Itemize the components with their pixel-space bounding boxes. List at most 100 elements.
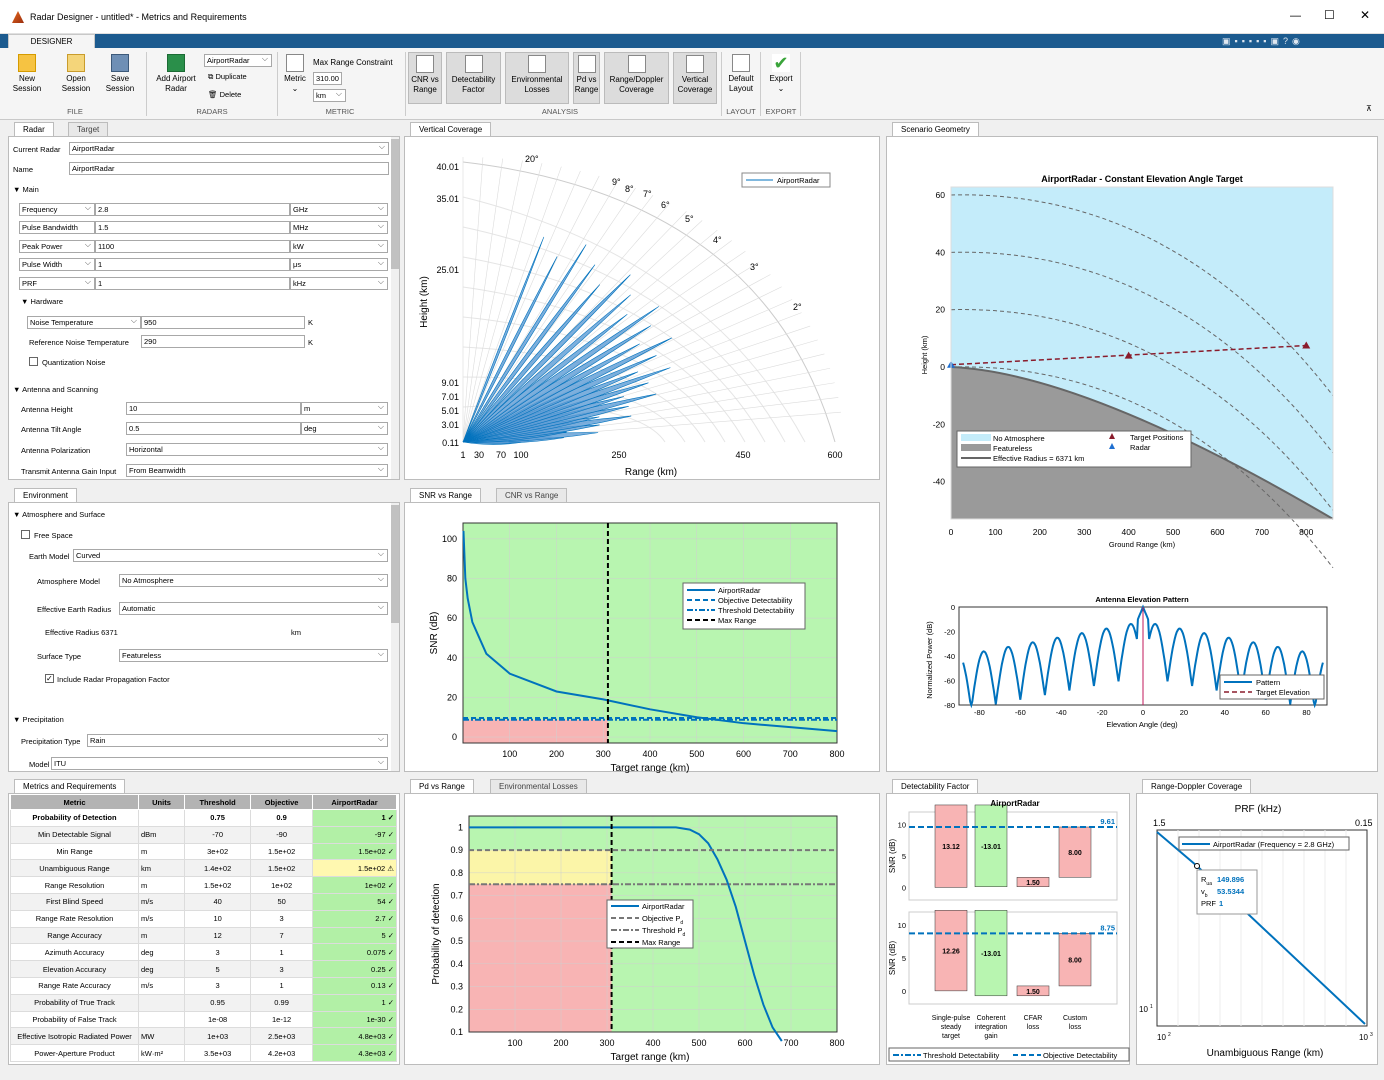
- antenna-height-input[interactable]: 10: [126, 402, 301, 415]
- param-label-4[interactable]: PRF: [19, 277, 95, 290]
- maximize-button[interactable]: ☐: [1324, 8, 1335, 22]
- table-cell[interactable]: m/s: [138, 892, 185, 911]
- propagation-checkbox[interactable]: ✓: [45, 674, 54, 683]
- quick-access-toolbar[interactable]: ▣▪▪▪▪▪▣?◉: [1222, 36, 1378, 46]
- export-button[interactable]: ✔ Export ⌄: [764, 54, 798, 94]
- param-unit-1[interactable]: MHz: [290, 221, 388, 234]
- table-cell[interactable]: kW·m²: [138, 1044, 185, 1062]
- param-unit-2[interactable]: kW: [290, 240, 388, 253]
- df-line-label: 8.75: [1100, 923, 1115, 932]
- param-value-3[interactable]: 1: [95, 258, 290, 271]
- table-cell[interactable]: m: [138, 876, 185, 894]
- tab-pd-vs-range[interactable]: Pd vs Range: [410, 779, 474, 793]
- antenna-height-unit[interactable]: m: [301, 402, 388, 415]
- table-cell[interactable]: m/s: [138, 909, 185, 928]
- tab-range-doppler[interactable]: Range-Doppler Coverage: [1142, 779, 1252, 793]
- default-layout-button[interactable]: Default Layout: [724, 54, 758, 94]
- tab-target[interactable]: Target: [68, 122, 109, 136]
- tab-environmental-losses[interactable]: Environmental Losses: [490, 779, 587, 793]
- tab-scenario-geometry[interactable]: Scenario Geometry: [892, 122, 979, 136]
- scrollbar[interactable]: [391, 503, 399, 771]
- tab-vertical-coverage[interactable]: Vertical Coverage: [410, 122, 492, 136]
- param-unit-4[interactable]: kHz: [290, 277, 388, 290]
- analysis-button-3[interactable]: Pd vs Range: [573, 52, 600, 104]
- precipitation-type-select[interactable]: Rain: [87, 734, 388, 747]
- model-select[interactable]: ITU: [51, 757, 388, 770]
- main-section-header[interactable]: ▼ Main: [13, 185, 39, 194]
- quantization-checkbox[interactable]: [29, 357, 38, 366]
- df-bar-label: 1.50: [1026, 989, 1040, 996]
- radar-selector[interactable]: AirportRadar: [204, 54, 272, 67]
- table-cell[interactable]: dBm: [138, 825, 185, 844]
- gain-input-select[interactable]: From Beamwidth: [126, 464, 388, 477]
- polarization-select[interactable]: Horizontal: [126, 443, 388, 456]
- close-button[interactable]: ✕: [1360, 8, 1370, 22]
- name-field[interactable]: AirportRadar: [69, 162, 389, 175]
- param-label-3[interactable]: Pulse Width: [19, 258, 95, 271]
- analysis-button-0[interactable]: CNR vs Range: [408, 52, 442, 104]
- table-cell: 1e-30 ✓: [312, 1010, 397, 1029]
- earth-model-select[interactable]: Curved: [73, 549, 388, 562]
- legend-label: Target Elevation: [1256, 688, 1310, 697]
- table-cell: 2.5e+03: [250, 1027, 313, 1046]
- table-cell: Elevation Accuracy: [10, 960, 139, 978]
- effective-radius-select[interactable]: Automatic: [119, 602, 388, 615]
- hardware-section-header[interactable]: ▼ Hardware: [21, 297, 63, 306]
- precipitation-section-header[interactable]: ▼ Precipitation: [13, 715, 64, 724]
- tab-designer[interactable]: DESIGNER: [8, 34, 95, 48]
- param-value-2[interactable]: 1100: [95, 240, 290, 253]
- table-cell[interactable]: MW: [138, 1027, 185, 1046]
- param-unit-0[interactable]: GHz: [290, 203, 388, 216]
- add-radar-button[interactable]: Add Airport Radar: [150, 54, 202, 94]
- ref-noise-input[interactable]: 290: [141, 335, 305, 348]
- table-cell[interactable]: m: [138, 842, 185, 861]
- param-value-1[interactable]: 1.5: [95, 221, 290, 234]
- table-cell: 1 ✓: [312, 809, 397, 827]
- surface-type-select[interactable]: Featureless: [119, 649, 388, 662]
- tilt-input[interactable]: 0.5: [126, 422, 301, 435]
- max-range-input[interactable]: 310.00: [313, 72, 342, 85]
- metric-button[interactable]: Metric ⌄: [280, 54, 310, 94]
- tab-metrics[interactable]: Metrics and Requirements: [14, 779, 126, 793]
- free-space-checkbox[interactable]: [21, 530, 30, 539]
- antenna-section-header[interactable]: ▼ Antenna and Scanning: [13, 385, 98, 394]
- open-session-button[interactable]: Open Session: [56, 54, 96, 94]
- noise-temp-input[interactable]: 950: [141, 316, 305, 329]
- tab-cnr-vs-range[interactable]: CNR vs Range: [496, 488, 568, 502]
- tab-detectability-factor[interactable]: Detectability Factor: [892, 779, 979, 793]
- param-unit-3[interactable]: μs: [290, 258, 388, 271]
- range-unit-select[interactable]: km: [313, 89, 346, 102]
- analysis-button-1[interactable]: Detectability Factor: [446, 52, 501, 104]
- delete-button[interactable]: 🗑 Delete: [208, 90, 241, 99]
- param-value-4[interactable]: 1: [95, 277, 290, 290]
- param-label-0[interactable]: Frequency: [19, 203, 95, 216]
- pd-xtick: 700: [783, 1038, 798, 1048]
- analysis-button-4[interactable]: Range/Doppler Coverage: [604, 52, 669, 104]
- analysis-button-2[interactable]: Environmental Losses: [505, 52, 569, 104]
- legend-swatch: [961, 444, 991, 451]
- scrollbar[interactable]: [391, 137, 399, 479]
- table-cell: Range Resolution: [10, 876, 139, 894]
- save-session-button[interactable]: Save Session: [100, 54, 140, 94]
- duplicate-button[interactable]: ⧉ Duplicate: [208, 72, 247, 82]
- table-cell[interactable]: m: [138, 926, 185, 945]
- param-value-0[interactable]: 2.8: [95, 203, 290, 216]
- propagation-label: Include Radar Propagation Factor: [57, 675, 170, 684]
- noise-temp-select[interactable]: Noise Temperature: [27, 316, 141, 329]
- atmosphere-section-header[interactable]: ▼ Atmosphere and Surface: [13, 510, 105, 519]
- new-session-button[interactable]: New Session: [10, 54, 44, 94]
- atmosphere-model-select[interactable]: No Atmosphere: [119, 574, 388, 587]
- minimize-button[interactable]: —: [1290, 10, 1301, 22]
- tab-radar[interactable]: Radar: [14, 122, 54, 136]
- tab-environment[interactable]: Environment: [14, 488, 77, 502]
- param-label-2[interactable]: Peak Power: [19, 240, 95, 253]
- collapse-ribbon-icon[interactable]: ⊼: [1366, 104, 1372, 113]
- analysis-button-5[interactable]: Vertical Coverage: [673, 52, 717, 104]
- table-cell[interactable]: deg: [138, 943, 185, 962]
- current-radar-select[interactable]: AirportRadar: [69, 142, 389, 155]
- tab-snr-vs-range[interactable]: SNR vs Range: [410, 488, 481, 502]
- table-cell[interactable]: m/s: [138, 976, 185, 995]
- table-cell[interactable]: km: [138, 859, 185, 878]
- table-cell[interactable]: deg: [138, 960, 185, 978]
- tilt-unit[interactable]: deg: [301, 422, 388, 435]
